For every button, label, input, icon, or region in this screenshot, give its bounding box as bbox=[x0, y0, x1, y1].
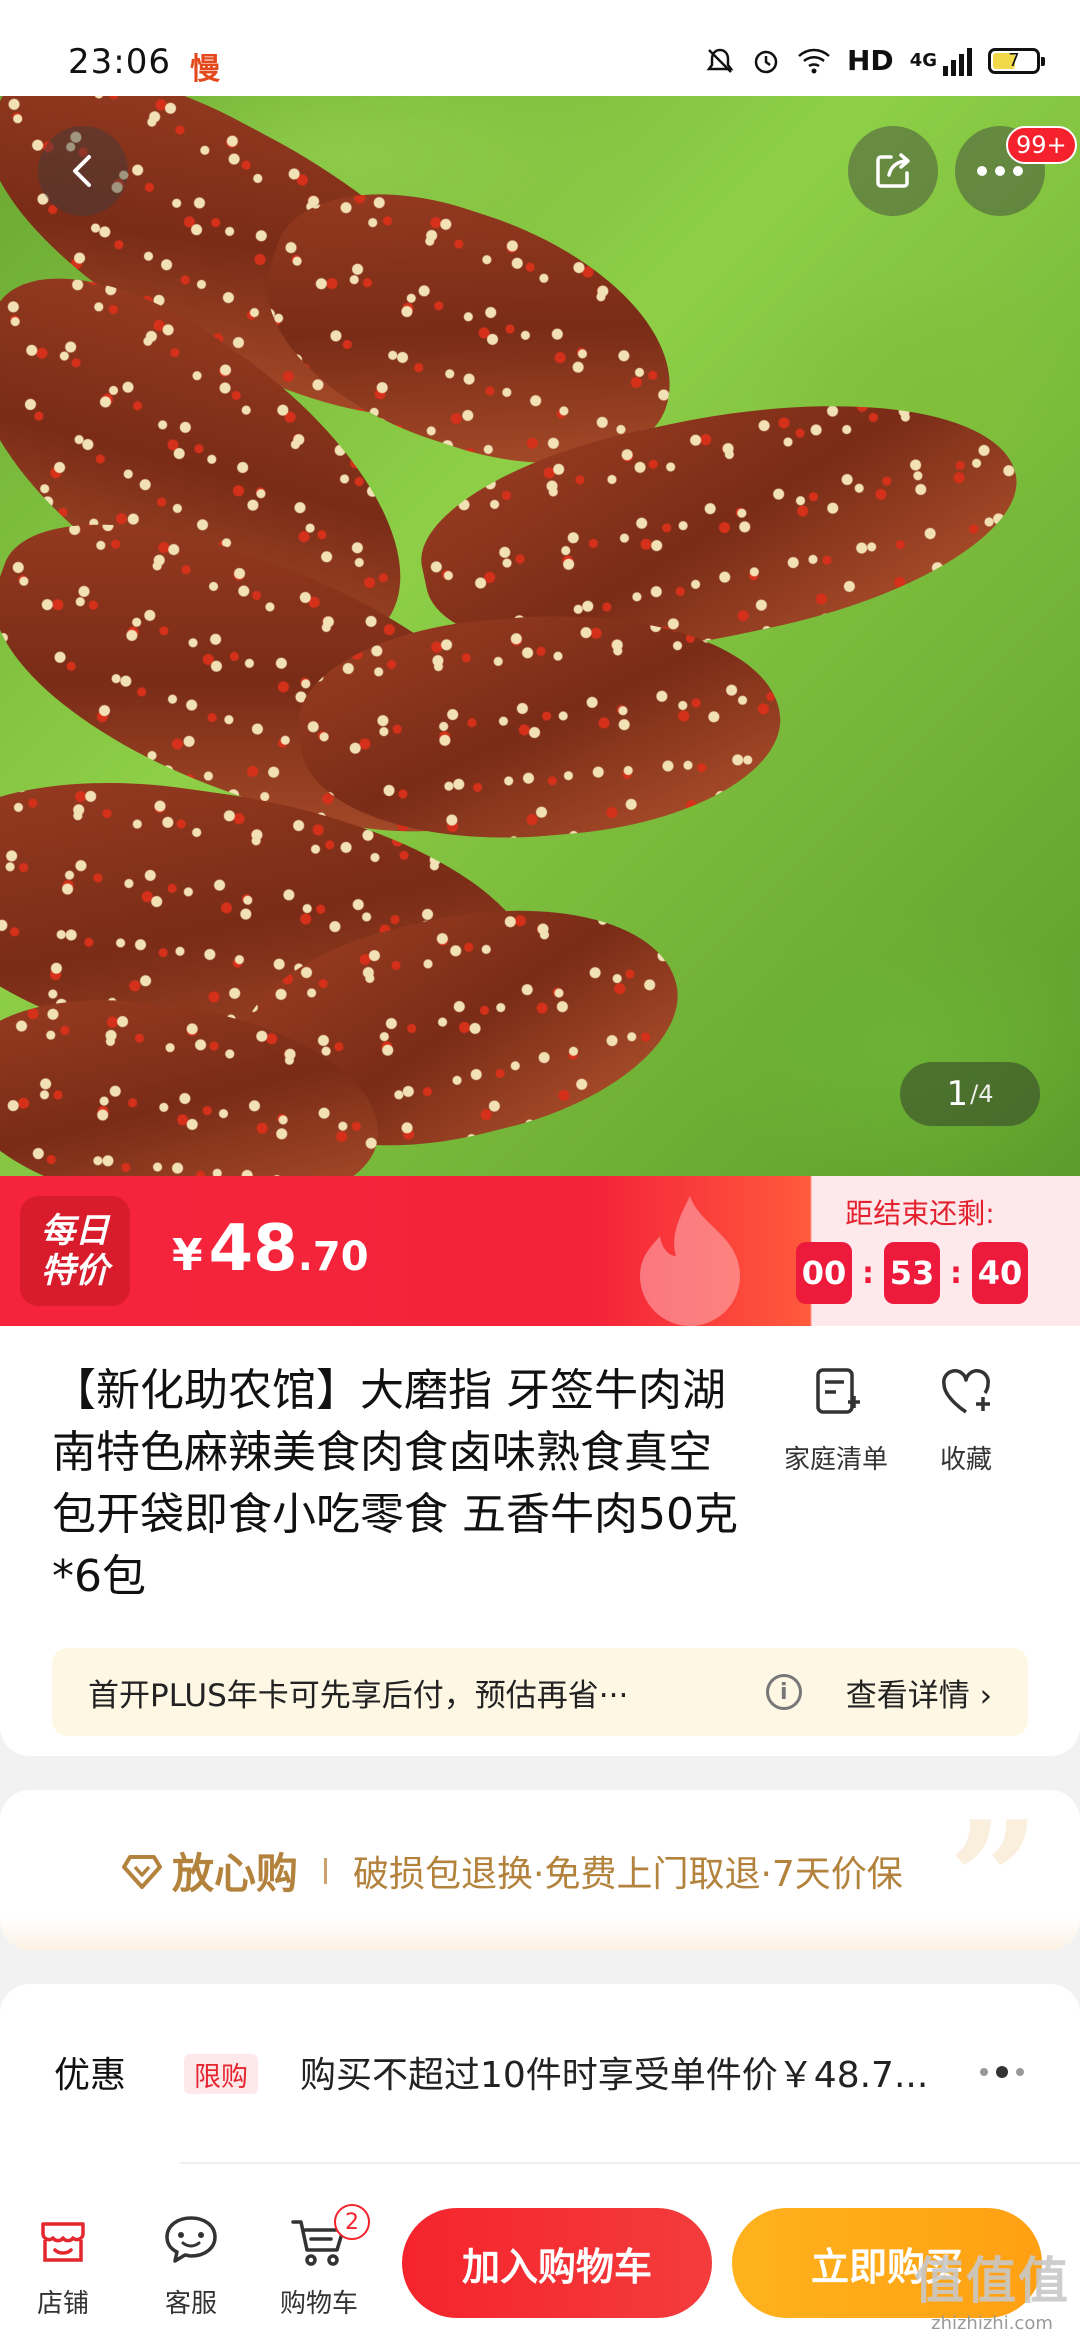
customer-service-tab[interactable]: 客服 bbox=[136, 2210, 246, 2320]
share-button[interactable] bbox=[848, 126, 938, 216]
heart-plus-icon bbox=[942, 1369, 990, 1414]
diamond-heart-icon bbox=[122, 1854, 162, 1889]
plus-message: 首开PLUS年卡可先享后付，预估再省··· bbox=[88, 1677, 629, 1714]
price: ¥ 48 .70 bbox=[172, 1212, 369, 1286]
promo-text: 购买不超过10件时享受单件价￥48.7... bbox=[300, 2055, 929, 2096]
price-decimal: .70 bbox=[297, 1234, 369, 1280]
daily-deal-tag-line1: 每日 bbox=[41, 1211, 109, 1251]
flame-icon bbox=[640, 1196, 740, 1326]
daily-deal-price-band: 每日 特价 ¥ 48 .70 距结束还剩: 00 : 53 : 40 bbox=[0, 1176, 1080, 1326]
assurance-text: 破损包退换·免费上门取退·7天价保 bbox=[353, 1853, 903, 1895]
purchase-limit-tag: 限购 bbox=[184, 2054, 258, 2094]
status-icons: HD 4G 7 bbox=[705, 44, 1045, 77]
image-total: /4 bbox=[970, 1080, 994, 1108]
bottom-action-bar: 店铺 客服 2 购物车 加入购物车 立即购买 值值值 zhizhizhi.com bbox=[0, 2184, 1080, 2340]
daily-deal-tag: 每日 特价 bbox=[20, 1196, 130, 1306]
watermark: 值值值 zhizhizhi.com bbox=[914, 2241, 1070, 2334]
service-label: 客服 bbox=[164, 2289, 217, 2319]
favorite-button[interactable]: 收藏 bbox=[906, 1362, 1026, 1476]
store-label: 店铺 bbox=[36, 2289, 89, 2319]
cart-label: 购物车 bbox=[279, 2289, 358, 2319]
view-details-link[interactable]: 查看详情 › bbox=[846, 1670, 992, 1715]
promo-label: 优惠 bbox=[54, 2055, 127, 2096]
countdown-minutes: 53 bbox=[884, 1242, 940, 1304]
add-to-list-icon bbox=[816, 1368, 860, 1414]
product-title: 【新化助农馆】大磨指 牙签牛肉湖南特色麻辣美食肉食卤味熟食真空包开袋即食小吃零食… bbox=[52, 1365, 738, 1602]
daily-deal-tag-line2: 特价 bbox=[41, 1251, 109, 1291]
add-to-cart-button[interactable]: 加入购物车 bbox=[402, 2208, 712, 2318]
price-integer: 48 bbox=[208, 1212, 298, 1286]
status-time: 23:06 bbox=[68, 42, 171, 82]
image-counter: 1/4 bbox=[900, 1062, 1040, 1126]
watermark-text: 值值值 bbox=[914, 2252, 1070, 2310]
divider bbox=[180, 2162, 1080, 2164]
status-bar: 23:06 慢 HD 4G 7 bbox=[0, 0, 1080, 96]
countdown-label: 距结束还剩: bbox=[845, 1197, 995, 1230]
message-count-badge: 99+ bbox=[1006, 126, 1077, 164]
plus-membership-bar[interactable]: 首开PLUS年卡可先享后付，预估再省··· i 查看详情 › bbox=[52, 1648, 1028, 1736]
favorite-label: 收藏 bbox=[939, 1445, 992, 1475]
product-image-gallery[interactable] bbox=[0, 96, 1080, 1176]
store-tab[interactable]: 店铺 bbox=[8, 2210, 118, 2320]
more-dots-icon bbox=[977, 166, 1023, 176]
back-button[interactable] bbox=[38, 126, 128, 216]
app-notification-icon: 慢 bbox=[190, 52, 220, 87]
assurance-title: 放心购 bbox=[172, 1849, 299, 1898]
signal-icon bbox=[943, 46, 972, 76]
family-list-label: 家庭清单 bbox=[783, 1445, 888, 1475]
alarm-icon bbox=[754, 50, 778, 73]
info-icon[interactable]: i bbox=[765, 1674, 802, 1710]
family-list-button[interactable]: 家庭清单 bbox=[776, 1362, 896, 1476]
price-currency: ¥ bbox=[172, 1230, 203, 1281]
product-info-card: 【新化助农馆】大磨指 牙签牛肉湖南特色麻辣美食肉食卤味熟食真空包开袋即食小吃零食… bbox=[0, 1326, 1080, 1756]
quote-decoration: ” bbox=[947, 1790, 1040, 1950]
cart-count-badge: 2 bbox=[334, 2204, 370, 2240]
store-icon bbox=[41, 2222, 85, 2262]
battery-level: 7 bbox=[1008, 50, 1020, 71]
share-icon bbox=[876, 153, 910, 188]
countdown-hours: 00 bbox=[796, 1242, 852, 1304]
cart-tab[interactable]: 2 购物车 bbox=[264, 2204, 374, 2320]
watermark-url: zhizhizhi.com bbox=[931, 2313, 1053, 2334]
countdown-timer: 00 : 53 : 40 bbox=[796, 1242, 1028, 1304]
more-options-icon[interactable] bbox=[980, 2066, 1024, 2078]
net-gen-label: 4G bbox=[909, 50, 937, 71]
promo-card[interactable]: 优惠 限购 购买不超过10件时享受单件价￥48.7... bbox=[0, 1984, 1080, 2204]
countdown-seconds: 40 bbox=[972, 1242, 1028, 1304]
mute-icon bbox=[706, 48, 734, 73]
chat-service-icon bbox=[165, 2216, 217, 2263]
image-current: 1 bbox=[946, 1074, 969, 1114]
assurance-row: 放心购 破损包退换·免费上门取退·7天价保 bbox=[120, 1840, 903, 1901]
network-type-label: HD bbox=[847, 44, 894, 77]
chevron-left-icon bbox=[73, 155, 91, 187]
battery-icon: 7 bbox=[988, 47, 1045, 74]
assurance-card[interactable]: ” 放心购 破损包退换·免费上门取退·7天价保 bbox=[0, 1790, 1080, 1950]
wifi-icon bbox=[798, 48, 830, 73]
